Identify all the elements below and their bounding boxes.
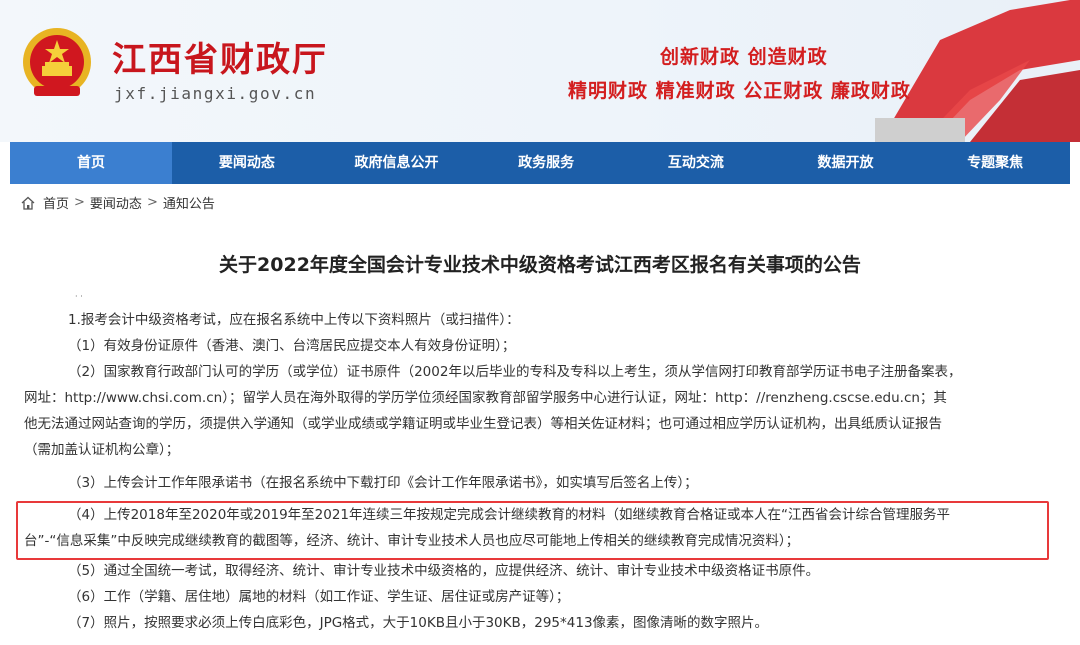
nav-item-topics[interactable]: 专题聚焦 bbox=[920, 142, 1070, 184]
main-nav: 首页 要闻动态 政府信息公开 政务服务 互动交流 数据开放 专题聚焦 bbox=[10, 142, 1070, 184]
site-header: 江西省财政厅 jxf.jiangxi.gov.cn 创新财政 创造财政 精明财政… bbox=[0, 0, 1080, 142]
article-line: 他无法通过网站查询的学历，须提供入学通知（或学业成绩或学籍证明或毕业生登记表）等… bbox=[24, 416, 942, 432]
article-line: （6）工作（学籍、居住地）属地的材料（如工作证、学生证、居住证或房产证等）； bbox=[68, 589, 570, 605]
article-title: 关于2022年度全国会计专业技术中级资格考试江西考区报名有关事项的公告 bbox=[219, 254, 861, 276]
nav-item-services[interactable]: 政务服务 bbox=[471, 142, 621, 184]
national-emblem-icon bbox=[23, 28, 91, 96]
breadcrumb-notices[interactable]: 通知公告 bbox=[163, 193, 215, 212]
decorative-dots: · · bbox=[75, 292, 83, 301]
breadcrumb-separator: > bbox=[74, 195, 85, 210]
site-title[interactable]: 江西省财政厅 bbox=[112, 32, 328, 81]
breadcrumb: 首页 > 要闻动态 > 通知公告 bbox=[20, 193, 215, 212]
article-line-highlighted: （4）上传2018年至2020年或2019年至2021年连续三年按规定完成会计继… bbox=[68, 507, 951, 523]
article-line: 网址：http://www.chsi.com.cn）；留学人员在海外取得的学历学… bbox=[24, 390, 947, 406]
site-domain: jxf.jiangxi.gov.cn bbox=[114, 84, 317, 103]
home-icon[interactable] bbox=[20, 195, 36, 211]
article-line: （5）通过全国统一考试，取得经济、统计、审计专业技术中级资格的，应提供经济、统计… bbox=[68, 563, 820, 579]
nav-item-open-data[interactable]: 数据开放 bbox=[771, 142, 921, 184]
breadcrumb-separator: > bbox=[146, 195, 158, 210]
breadcrumb-news[interactable]: 要闻动态 bbox=[90, 193, 142, 212]
slogan-line-1: 创新财政 创造财政 bbox=[660, 46, 828, 68]
nav-item-gov-info[interactable]: 政府信息公开 bbox=[322, 142, 472, 184]
nav-item-home[interactable]: 首页 bbox=[10, 142, 172, 184]
article-line: （2）国家教育行政部门认可的学历（或学位）证书原件（2002年以后毕业的专科及专… bbox=[68, 364, 962, 380]
red-flag-graphic bbox=[875, 0, 1080, 142]
nav-item-news[interactable]: 要闻动态 bbox=[172, 142, 322, 184]
article-line: 1.报考会计中级资格考试，应在报名系统中上传以下资料照片（或扫描件）： bbox=[68, 312, 520, 328]
article-line: （1）有效身份证原件（香港、澳门、台湾居民应提交本人有效身份证明）； bbox=[68, 338, 516, 354]
breadcrumb-home[interactable]: 首页 bbox=[43, 193, 69, 212]
nav-item-interaction[interactable]: 互动交流 bbox=[621, 142, 771, 184]
article-line: （需加盖认证机构公章）； bbox=[24, 442, 180, 458]
article-line: （3）上传会计工作年限承诺书（在报名系统中下载打印《会计工作年限承诺书》，如实填… bbox=[68, 475, 698, 491]
article-line-highlighted: 台”-“信息采集”中反映完成继续教育的截图等，经济、统计、审计专业技术人员也应尽… bbox=[24, 533, 800, 549]
article-line: （7）照片，按照要求必须上传白底彩色，JPG格式，大于10KB且小于30KB，2… bbox=[68, 615, 769, 631]
